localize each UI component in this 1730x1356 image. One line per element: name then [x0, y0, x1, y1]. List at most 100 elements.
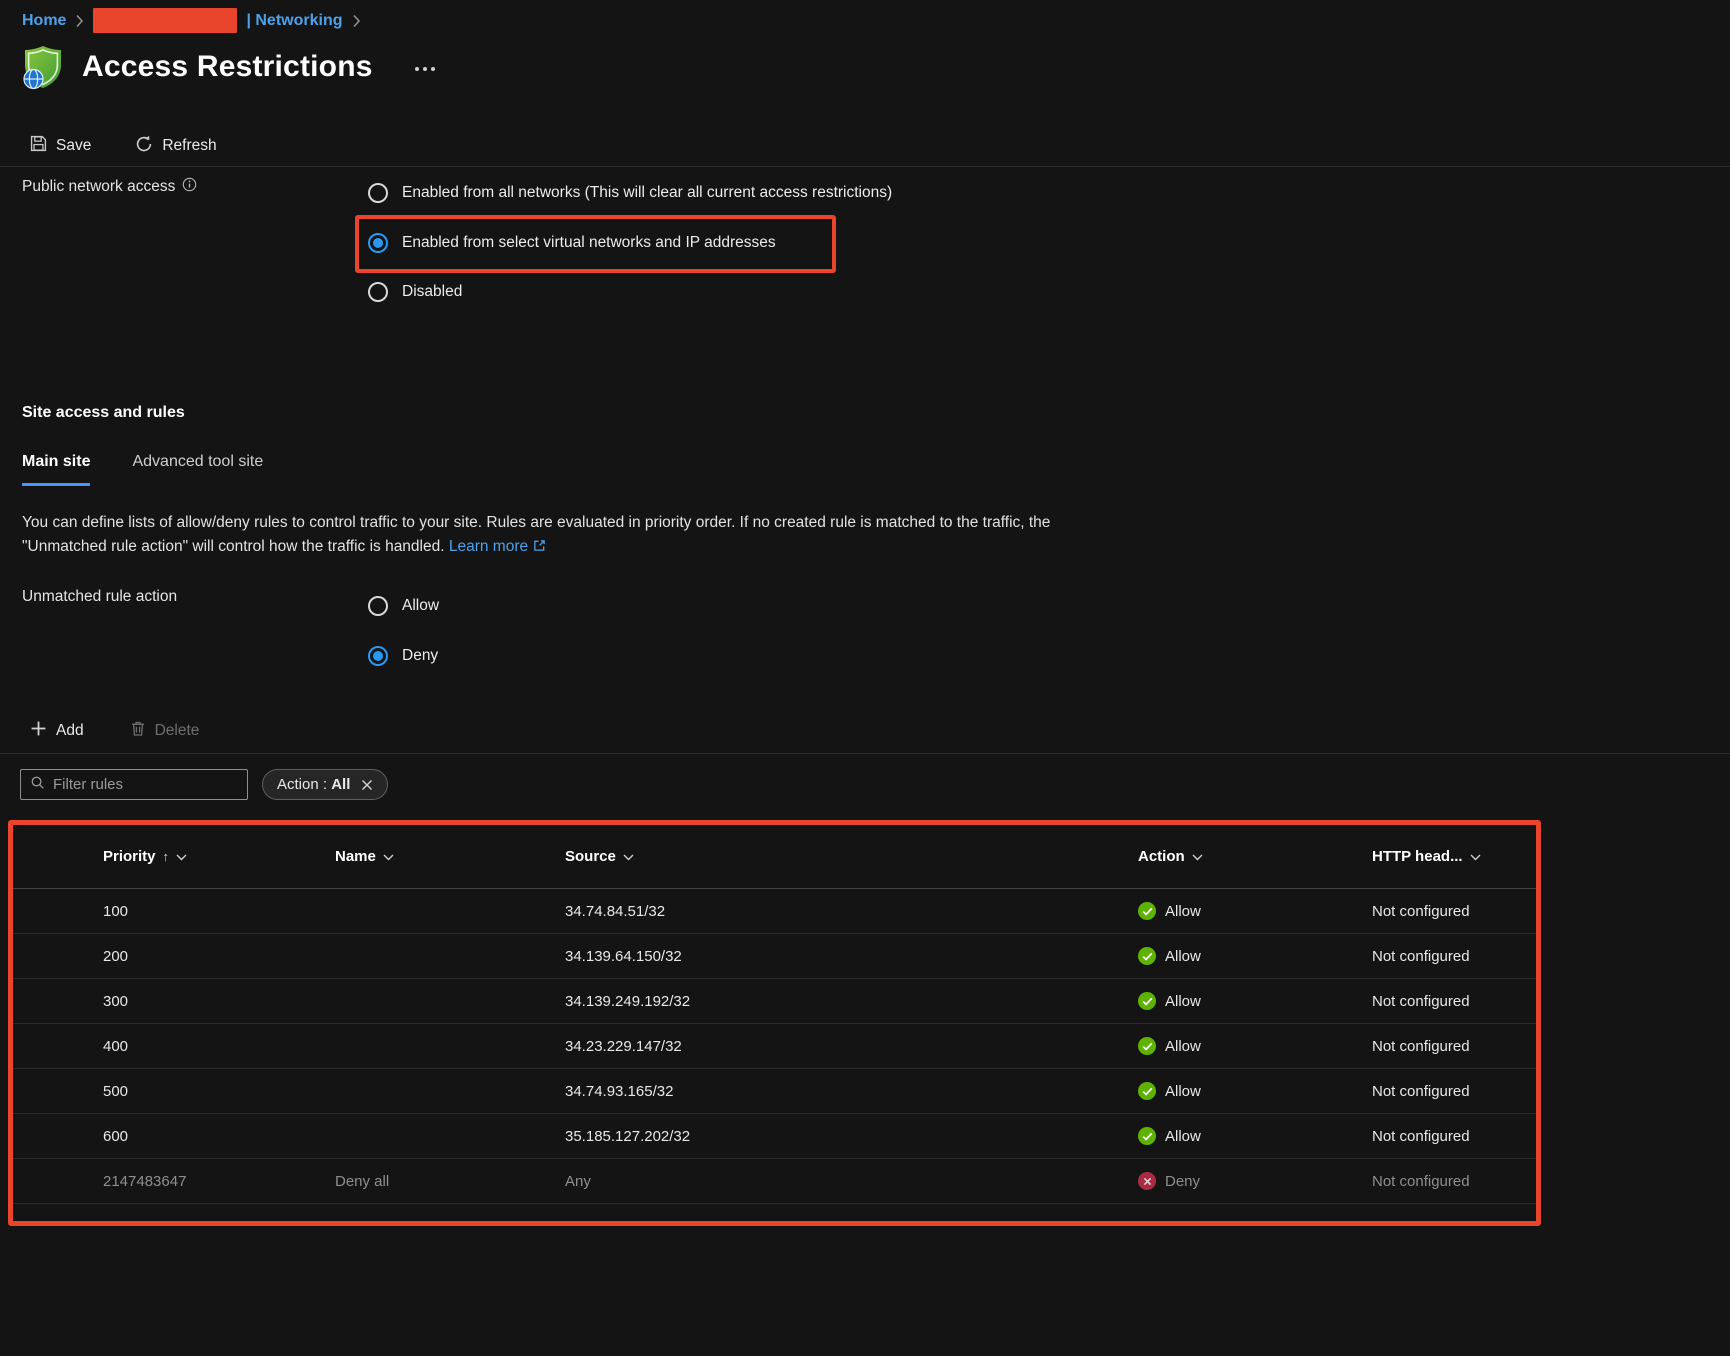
cell-action: Deny — [1138, 1172, 1372, 1190]
cell-action-label: Allow — [1165, 1038, 1201, 1055]
table-row[interactable]: 100 34.74.84.51/32 Allow Not configured — [13, 889, 1536, 934]
chevron-right-icon — [352, 14, 361, 28]
column-header-name[interactable]: Name — [335, 848, 565, 865]
cell-source: 34.139.249.192/32 — [565, 993, 1138, 1010]
radio-circle-icon — [368, 596, 388, 616]
table-row[interactable]: 300 34.139.249.192/32 Allow Not configur… — [13, 979, 1536, 1024]
pill-label: Action : All — [277, 776, 350, 793]
cell-priority: 300 — [103, 993, 335, 1010]
cell-action: Allow — [1138, 947, 1372, 965]
cell-action-label: Allow — [1165, 948, 1201, 965]
radio-circle-icon — [368, 183, 388, 203]
column-header-source[interactable]: Source — [565, 848, 1138, 865]
cell-http-header: Not configured — [1372, 903, 1536, 920]
save-label: Save — [56, 137, 91, 155]
cell-action: Allow — [1138, 992, 1372, 1010]
radio-circle-icon — [368, 646, 388, 666]
radio-enabled-all-networks[interactable]: Enabled from all networks (This will cle… — [368, 181, 892, 205]
radio-label: Deny — [402, 647, 438, 665]
delete-rule-button[interactable]: Delete — [130, 720, 200, 742]
column-header-action[interactable]: Action — [1138, 848, 1372, 865]
breadcrumb-home-link[interactable]: Home — [22, 12, 66, 30]
divider — [0, 166, 1730, 167]
column-label: Priority — [103, 848, 156, 865]
radio-circle-icon — [368, 233, 388, 253]
filter-rules-input[interactable] — [53, 776, 238, 793]
pill-value: All — [331, 776, 350, 793]
cell-http-header: Not configured — [1372, 1128, 1536, 1145]
column-label: Source — [565, 848, 616, 865]
add-rule-button[interactable]: Add — [30, 720, 84, 742]
cell-action: Allow — [1138, 1037, 1372, 1055]
radio-label: Allow — [402, 597, 439, 615]
cell-action: Allow — [1138, 902, 1372, 920]
pill-key: Action : — [277, 776, 327, 793]
more-options-icon[interactable] — [415, 63, 435, 71]
cell-source: 34.74.84.51/32 — [565, 903, 1138, 920]
refresh-button[interactable]: Refresh — [135, 135, 216, 158]
cell-source: 34.74.93.165/32 — [565, 1083, 1138, 1100]
public-network-access-label: Public network access — [22, 177, 197, 197]
chevron-down-icon — [1470, 848, 1481, 865]
tab-main-site[interactable]: Main site — [22, 453, 90, 486]
access-restrictions-page: Home | Networking — [0, 0, 1730, 1356]
external-link-icon — [533, 536, 546, 560]
action-filter-pill[interactable]: Action : All — [262, 769, 388, 800]
cell-action-label: Allow — [1165, 1128, 1201, 1145]
radio-label: Enabled from all networks (This will cle… — [402, 184, 892, 202]
chevron-right-icon — [75, 14, 84, 28]
delete-label: Delete — [155, 722, 200, 740]
page-header: Access Restrictions — [20, 44, 435, 90]
unmatched-rule-action-text: Unmatched rule action — [22, 588, 177, 606]
close-icon[interactable] — [361, 779, 373, 791]
allow-status-icon — [1138, 947, 1156, 965]
radio-label: Disabled — [402, 283, 462, 301]
info-icon[interactable] — [182, 177, 197, 197]
cell-source: 34.23.229.147/32 — [565, 1038, 1138, 1055]
cell-priority: 2147483647 — [103, 1173, 335, 1190]
tab-advanced-tool-site[interactable]: Advanced tool site — [132, 453, 263, 486]
table-row[interactable]: 2147483647 Deny all Any Deny Not configu… — [13, 1159, 1536, 1204]
learn-more-link[interactable]: Learn more — [449, 538, 528, 555]
cell-priority: 500 — [103, 1083, 335, 1100]
cell-source: 35.185.127.202/32 — [565, 1128, 1138, 1145]
save-button[interactable]: Save — [30, 135, 91, 157]
public-network-access-text: Public network access — [22, 178, 175, 196]
table-row[interactable]: 500 34.74.93.165/32 Allow Not configured — [13, 1069, 1536, 1114]
cell-action: Allow — [1138, 1127, 1372, 1145]
table-row[interactable]: 200 34.139.64.150/32 Allow Not configure… — [13, 934, 1536, 979]
rules-command-bar: Add Delete — [30, 717, 199, 745]
cell-http-header: Not configured — [1372, 993, 1536, 1010]
rules-description: You can define lists of allow/deny rules… — [22, 511, 1102, 560]
add-label: Add — [56, 722, 84, 740]
redacted-resource-name — [93, 8, 237, 33]
breadcrumb-networking-link[interactable]: | Networking — [246, 12, 342, 30]
cell-http-header: Not configured — [1372, 1083, 1536, 1100]
column-header-priority[interactable]: Priority ↑ — [103, 848, 335, 865]
chevron-down-icon — [176, 848, 187, 865]
access-restrictions-shield-icon — [20, 44, 66, 90]
chevron-down-icon — [623, 848, 634, 865]
radio-enabled-select-networks[interactable]: Enabled from select virtual networks and… — [368, 231, 776, 255]
radio-unmatched-allow[interactable]: Allow — [368, 594, 439, 618]
cell-http-header: Not configured — [1372, 1173, 1536, 1190]
column-label: Action — [1138, 848, 1185, 865]
cell-source: 34.139.64.150/32 — [565, 948, 1138, 965]
allow-status-icon — [1138, 902, 1156, 920]
cell-priority: 200 — [103, 948, 335, 965]
table-row[interactable]: 600 35.185.127.202/32 Allow Not configur… — [13, 1114, 1536, 1159]
cell-source: Any — [565, 1173, 1138, 1190]
column-header-http-header[interactable]: HTTP head... — [1372, 848, 1536, 865]
allow-status-icon — [1138, 1037, 1156, 1055]
site-access-heading: Site access and rules — [22, 404, 185, 422]
radio-disabled[interactable]: Disabled — [368, 280, 462, 304]
radio-unmatched-deny[interactable]: Deny — [368, 644, 438, 668]
table-row[interactable]: 400 34.23.229.147/32 Allow Not configure… — [13, 1024, 1536, 1069]
cell-name: Deny all — [335, 1173, 565, 1190]
page-title: Access Restrictions — [82, 50, 373, 84]
rules-table-body: 100 34.74.84.51/32 Allow Not configured … — [13, 889, 1536, 1204]
column-label: Name — [335, 848, 376, 865]
column-label: HTTP head... — [1372, 848, 1463, 865]
filter-rules-box — [20, 769, 248, 800]
allow-status-icon — [1138, 1082, 1156, 1100]
